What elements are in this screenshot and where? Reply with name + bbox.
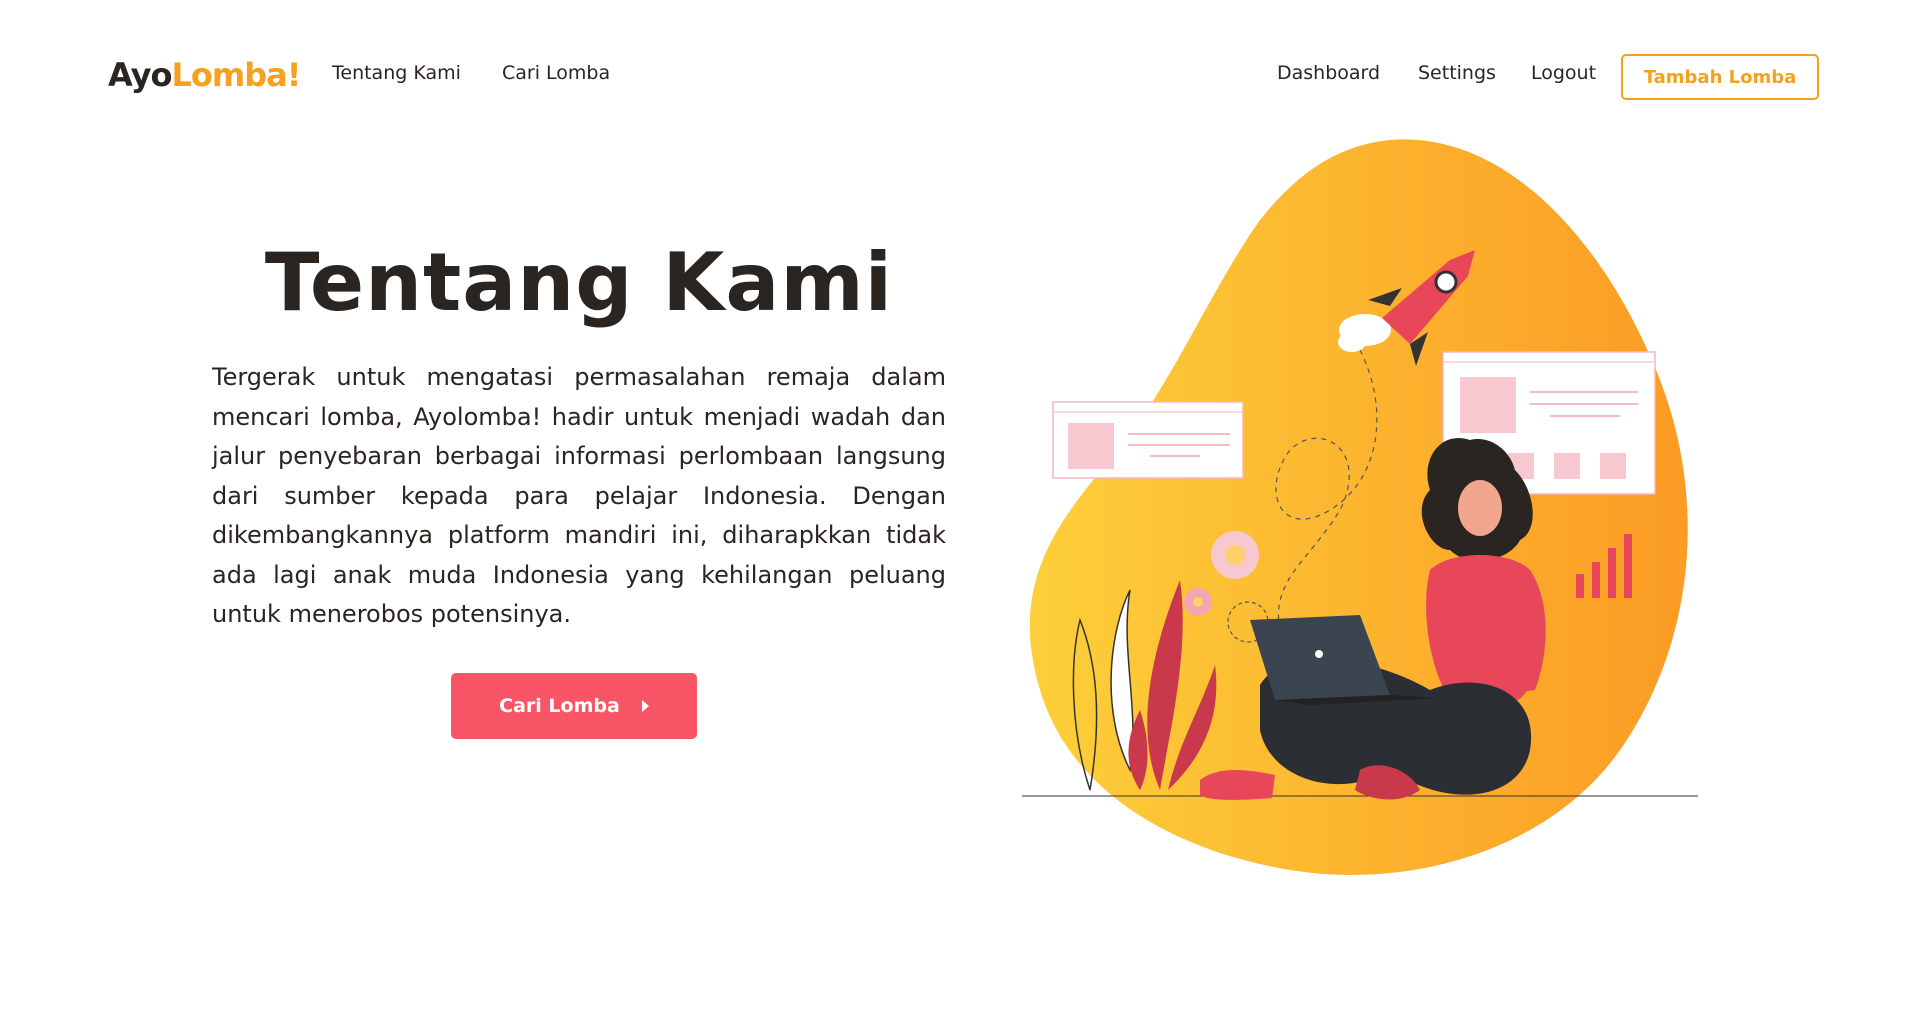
nav-link-settings[interactable]: Settings [1418,62,1496,84]
logo-text-ayo: Ayo [108,56,172,94]
logo[interactable]: AyoLomba! [108,56,301,94]
navbar: AyoLomba! Tentang Kami Cari Lomba Dashbo… [0,0,1919,150]
nav-link-logout[interactable]: Logout [1531,62,1596,84]
nav-link-dashboard[interactable]: Dashboard [1277,62,1380,84]
window-card-left [1052,401,1244,479]
hero-illustration [1022,139,1698,875]
page-title: Tentang Kami [264,236,894,329]
chevron-right-icon [641,700,649,712]
nav-link-cari-lomba[interactable]: Cari Lomba [502,62,610,84]
logo-text-lomba: Lomba! [171,56,301,94]
cari-lomba-button[interactable]: Cari Lomba [451,673,697,739]
nav-link-tentang-kami[interactable]: Tentang Kami [332,62,461,84]
about-description: Tergerak untuk mengatasi permasalahan re… [212,363,946,628]
tambah-lomba-button[interactable]: Tambah Lomba [1621,54,1819,100]
cari-lomba-button-label: Cari Lomba [499,695,620,717]
